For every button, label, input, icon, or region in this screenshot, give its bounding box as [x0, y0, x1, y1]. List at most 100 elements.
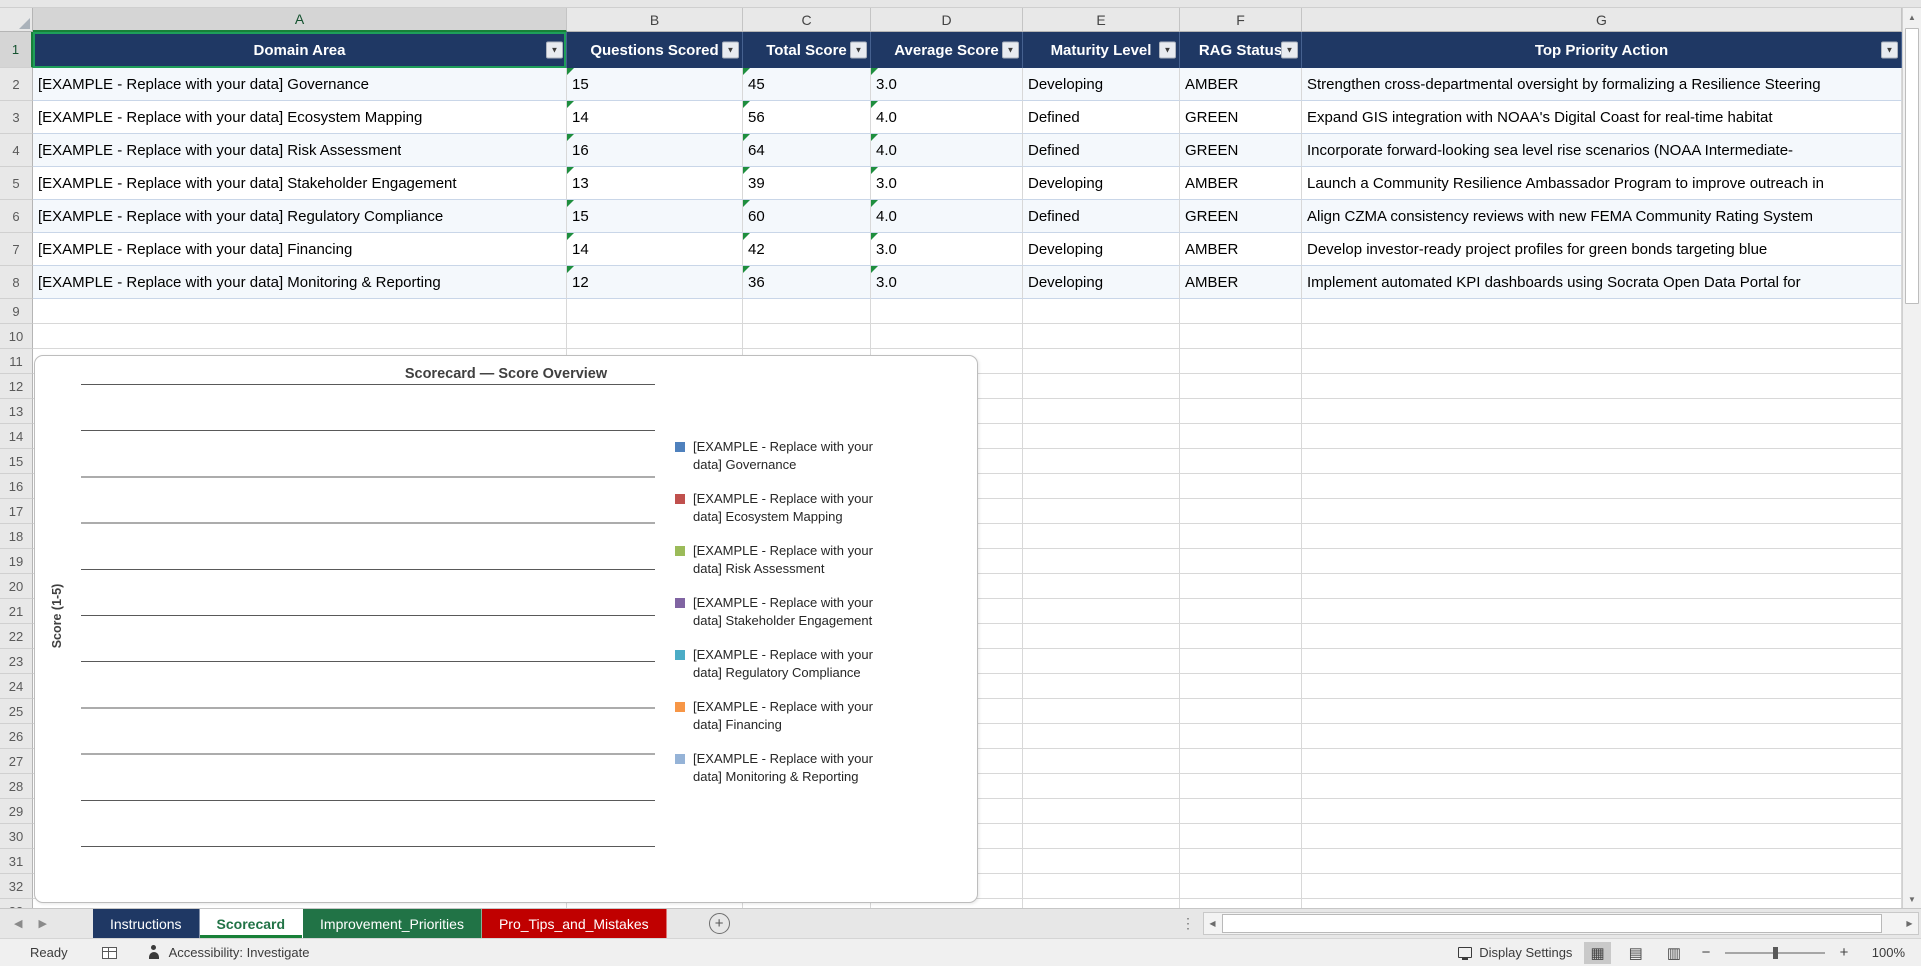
header-cell-A1[interactable]: Domain Area ▼ [33, 32, 567, 68]
cell-B4[interactable]: 16 [567, 134, 743, 167]
row-header-3[interactable]: 3 [0, 101, 33, 134]
cell-G17[interactable] [1302, 499, 1902, 524]
row-header-14[interactable]: 14 [0, 424, 33, 449]
cell-F16[interactable] [1180, 474, 1302, 499]
accessibility-status-button[interactable]: Accessibility: Investigate [147, 945, 309, 960]
cell-G7[interactable]: Develop investor-ready project profiles … [1302, 233, 1902, 266]
column-header-C[interactable]: C [743, 8, 871, 32]
row-header-24[interactable]: 24 [0, 674, 33, 699]
cell-E15[interactable] [1023, 449, 1180, 474]
cell-B7[interactable]: 14 [567, 233, 743, 266]
cell-A9[interactable] [33, 299, 567, 324]
cell-D5[interactable]: 3.0 [871, 167, 1023, 200]
cell-E20[interactable] [1023, 574, 1180, 599]
header-cell-C1[interactable]: Total Score ▼ [743, 32, 871, 68]
cell-G8[interactable]: Implement automated KPI dashboards using… [1302, 266, 1902, 299]
row-header-6[interactable]: 6 [0, 200, 33, 233]
normal-view-icon[interactable]: ▦ [1584, 941, 1611, 964]
row-header-28[interactable]: 28 [0, 774, 33, 799]
cell-G33[interactable] [1302, 899, 1902, 908]
cell-A4[interactable]: [EXAMPLE - Replace with your data] Risk … [33, 134, 567, 167]
cell-F33[interactable] [1180, 899, 1302, 908]
vertical-scroll-thumb[interactable] [1905, 28, 1919, 305]
row-header-23[interactable]: 23 [0, 649, 33, 674]
scroll-right-icon[interactable]: ▶ [1901, 913, 1918, 934]
cell-F22[interactable] [1180, 624, 1302, 649]
cell-G18[interactable] [1302, 524, 1902, 549]
cell-F17[interactable] [1180, 499, 1302, 524]
cell-C7[interactable]: 42 [743, 233, 871, 266]
display-settings-button[interactable]: Display Settings [1458, 945, 1572, 960]
cell-B6[interactable]: 15 [567, 200, 743, 233]
column-header-D[interactable]: D [871, 8, 1023, 32]
cell-E14[interactable] [1023, 424, 1180, 449]
cell-G15[interactable] [1302, 449, 1902, 474]
horizontal-scrollbar[interactable]: ◀ ▶ [1203, 912, 1919, 935]
row-header-12[interactable]: 12 [0, 374, 33, 399]
cell-B9[interactable] [567, 299, 743, 324]
cell-A3[interactable]: [EXAMPLE - Replace with your data] Ecosy… [33, 101, 567, 134]
cell-G14[interactable] [1302, 424, 1902, 449]
cell-G23[interactable] [1302, 649, 1902, 674]
cell-G10[interactable] [1302, 324, 1902, 349]
cell-F6[interactable]: GREEN [1180, 200, 1302, 233]
cell-E30[interactable] [1023, 824, 1180, 849]
row-header-19[interactable]: 19 [0, 549, 33, 574]
cell-A5[interactable]: [EXAMPLE - Replace with your data] Stake… [33, 167, 567, 200]
cell-F11[interactable] [1180, 349, 1302, 374]
cell-G2[interactable]: Strengthen cross-departmental oversight … [1302, 68, 1902, 101]
cell-E11[interactable] [1023, 349, 1180, 374]
column-header-E[interactable]: E [1023, 8, 1180, 32]
cell-C10[interactable] [743, 324, 871, 349]
cell-G22[interactable] [1302, 624, 1902, 649]
zoom-slider-thumb[interactable] [1773, 946, 1778, 959]
cell-G26[interactable] [1302, 724, 1902, 749]
sheet-tab-instructions[interactable]: Instructions [92, 909, 200, 938]
cell-E22[interactable] [1023, 624, 1180, 649]
cell-E10[interactable] [1023, 324, 1180, 349]
cell-E33[interactable] [1023, 899, 1180, 908]
cell-D4[interactable]: 4.0 [871, 134, 1023, 167]
row-header-32[interactable]: 32 [0, 874, 33, 899]
vertical-scrollbar[interactable]: ▲ ▼ [1902, 8, 1921, 908]
cell-E12[interactable] [1023, 374, 1180, 399]
cell-G5[interactable]: Launch a Community Resilience Ambassador… [1302, 167, 1902, 200]
cell-F2[interactable]: AMBER [1180, 68, 1302, 101]
cell-G27[interactable] [1302, 749, 1902, 774]
scroll-left-icon[interactable]: ◀ [1204, 913, 1221, 934]
row-header-11[interactable]: 11 [0, 349, 33, 374]
cell-G13[interactable] [1302, 399, 1902, 424]
cell-F23[interactable] [1180, 649, 1302, 674]
cell-E32[interactable] [1023, 874, 1180, 899]
cell-F26[interactable] [1180, 724, 1302, 749]
cell-G32[interactable] [1302, 874, 1902, 899]
sheet-tab-pro_tips_and_mistakes[interactable]: Pro_Tips_and_Mistakes [481, 909, 667, 938]
cell-G16[interactable] [1302, 474, 1902, 499]
cell-F18[interactable] [1180, 524, 1302, 549]
filter-dropdown-icon-B[interactable]: ▼ [722, 41, 739, 59]
scroll-down-icon[interactable]: ▼ [1903, 890, 1921, 908]
cell-F24[interactable] [1180, 674, 1302, 699]
row-header-25[interactable]: 25 [0, 699, 33, 724]
cell-G30[interactable] [1302, 824, 1902, 849]
column-header-F[interactable]: F [1180, 8, 1302, 32]
cell-G20[interactable] [1302, 574, 1902, 599]
cell-F9[interactable] [1180, 299, 1302, 324]
cell-D7[interactable]: 3.0 [871, 233, 1023, 266]
sheet-tab-improvement_priorities[interactable]: Improvement_Priorities [303, 909, 482, 938]
cell-C4[interactable]: 64 [743, 134, 871, 167]
scroll-up-icon[interactable]: ▲ [1903, 8, 1921, 26]
cell-E2[interactable]: Developing [1023, 68, 1180, 101]
cell-G25[interactable] [1302, 699, 1902, 724]
cell-F14[interactable] [1180, 424, 1302, 449]
cell-D10[interactable] [871, 324, 1023, 349]
cell-B2[interactable]: 15 [567, 68, 743, 101]
macro-record-icon[interactable] [101, 946, 117, 959]
filter-dropdown-icon-F[interactable]: ▼ [1281, 41, 1298, 59]
cell-G19[interactable] [1302, 549, 1902, 574]
cell-F8[interactable]: AMBER [1180, 266, 1302, 299]
cell-G21[interactable] [1302, 599, 1902, 624]
cell-D9[interactable] [871, 299, 1023, 324]
cell-E26[interactable] [1023, 724, 1180, 749]
cell-C8[interactable]: 36 [743, 266, 871, 299]
